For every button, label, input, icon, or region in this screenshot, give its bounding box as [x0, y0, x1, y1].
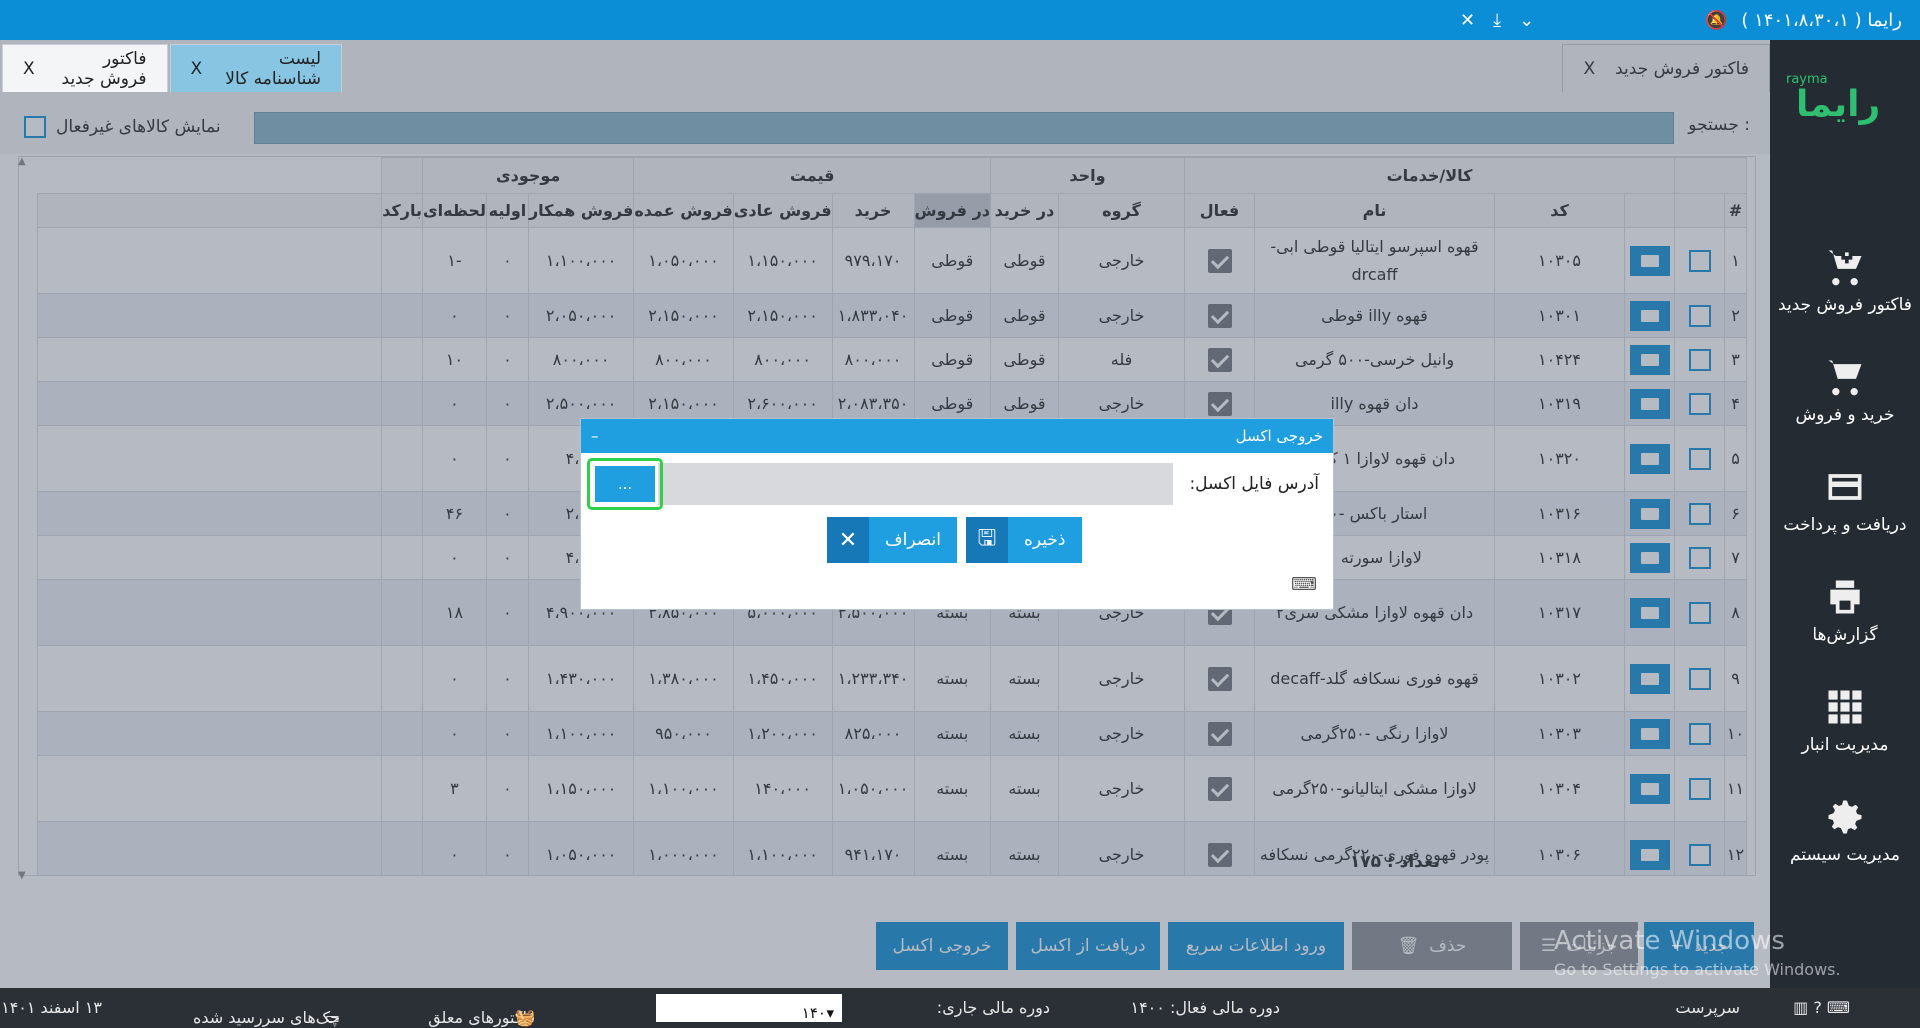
- file-path-input[interactable]: [658, 463, 1174, 505]
- sidebar-item-reports[interactable]: گزارش‌ها: [1770, 575, 1920, 645]
- logo-text: رایما: [1796, 84, 1881, 125]
- keyboard-status-icon[interactable]: ⌨ ? ▥: [1793, 998, 1850, 1017]
- printer-icon: [1830, 580, 1860, 614]
- active-fiscal-period: دوره مالی فعال: ۱۴۰۰: [1130, 998, 1280, 1017]
- export-excel-dialog: خروجی اکسل – آدرس فایل اکسل: ... 🖫 ذخیره…: [580, 418, 1334, 610]
- dialog-title-bar: خروجی اکسل –: [581, 419, 1333, 453]
- tab-bar-overlay: لیست شناسنامه کالا X فاکتور فروش جدید X: [0, 40, 1770, 92]
- chevron-down-icon: ▾: [826, 1004, 834, 1022]
- server-status: سرپرست: [1675, 998, 1740, 1017]
- save-button-label: ذخیره: [1024, 530, 1066, 550]
- file-path-row: آدرس فایل اکسل:: [658, 463, 1319, 505]
- sidebar-item-warehouse[interactable]: مدیریت انبار: [1770, 685, 1920, 755]
- browse-button[interactable]: ...: [595, 466, 655, 502]
- sidebar-item-label: خرید و فروش: [1795, 405, 1895, 425]
- save-button[interactable]: 🖫 ذخیره: [966, 517, 1082, 563]
- minimize-icon[interactable]: ⤓: [1493, 10, 1501, 31]
- current-period-label: دوره مالی جاری:: [936, 998, 1050, 1017]
- bell-off-icon[interactable]: 🔕: [1705, 10, 1727, 31]
- sidebar-item-buy-sell[interactable]: خرید و فروش: [1770, 355, 1920, 425]
- dialog-minimize-icon[interactable]: –: [591, 427, 599, 445]
- tab-label: لیست شناسنامه کالا: [225, 48, 321, 89]
- tab-product-list[interactable]: لیست شناسنامه کالا X: [169, 44, 342, 92]
- sidebar: rayma رایما فاکتور فروش جدید خرید و فروش…: [1770, 40, 1920, 988]
- cart-plus-icon: [1828, 250, 1862, 286]
- activate-windows-hint: Go to Settings to activate Windows.: [1554, 960, 1841, 979]
- sidebar-item-payments[interactable]: دریافت و پرداخت: [1770, 465, 1920, 535]
- card-icon: ▭: [324, 1008, 340, 1027]
- app-title: رایما ( ۱۴۰۱،۸،۳۰،۱ ): [1741, 9, 1902, 31]
- tab-new-invoice[interactable]: فاکتور فروش جدید X: [2, 44, 168, 92]
- due-checks-label: چک‌های سررسید شده: [193, 1008, 340, 1027]
- keyboard-icon[interactable]: ⌨: [1291, 574, 1317, 595]
- credit-card-icon: [1828, 474, 1862, 500]
- current-date: ۱۳ اسفند ۱۴۰۱: [1, 998, 102, 1017]
- cart-icon: [1828, 360, 1862, 396]
- tab-label: فاکتور فروش جدید: [61, 48, 147, 89]
- chevron-down-icon[interactable]: ⌄: [1519, 10, 1534, 31]
- cancel-button[interactable]: ✕ انصراف: [827, 517, 957, 563]
- current-period-select[interactable]: ۱۴۰۰ ▾: [656, 994, 842, 1022]
- gear-icon: [1828, 800, 1862, 834]
- sidebar-item-new-invoice[interactable]: فاکتور فروش جدید: [1770, 245, 1920, 315]
- floppy-disk-icon: 🖫: [966, 517, 1008, 563]
- grid-icon: [1828, 690, 1862, 724]
- sidebar-item-label: گزارش‌ها: [1812, 625, 1878, 645]
- title-bar: رایما ( ۱۴۰۱،۸،۳۰،۱ ) 🔕 ⌄ ⤓ ✕: [0, 0, 1920, 40]
- activate-windows-watermark: Activate Windows: [1554, 926, 1785, 956]
- browse-button-highlight: ...: [587, 458, 663, 510]
- close-x-icon: ✕: [827, 517, 869, 563]
- app-window: رایما ( ۱۴۰۱،۸،۳۰،۱ ) 🔕 ⌄ ⤓ ✕ فاکتور فرو…: [0, 0, 1920, 1028]
- sidebar-item-label: فاکتور فروش جدید: [1778, 295, 1912, 315]
- sidebar-item-system[interactable]: مدیریت سیستم: [1770, 795, 1920, 865]
- cancel-button-label: انصراف: [885, 530, 941, 550]
- sidebar-item-label: مدیریت انبار: [1801, 735, 1889, 755]
- close-icon[interactable]: ✕: [1460, 10, 1475, 31]
- sidebar-item-label: مدیریت سیستم: [1790, 845, 1900, 865]
- sidebar-item-label: دریافت و پرداخت: [1783, 515, 1907, 535]
- file-path-label: آدرس فایل اکسل:: [1189, 474, 1319, 494]
- tab-close-icon[interactable]: X: [191, 59, 203, 79]
- tab-close-icon[interactable]: X: [23, 59, 35, 79]
- basket-icon: 🧺: [515, 1008, 535, 1027]
- status-bar: ⌨ ? ▥ سرپرست دوره مالی فعال: ۱۴۰۰ دوره م…: [0, 988, 1920, 1028]
- logo: rayma رایما: [1786, 72, 1896, 132]
- dialog-title: خروجی اکسل: [1235, 427, 1323, 445]
